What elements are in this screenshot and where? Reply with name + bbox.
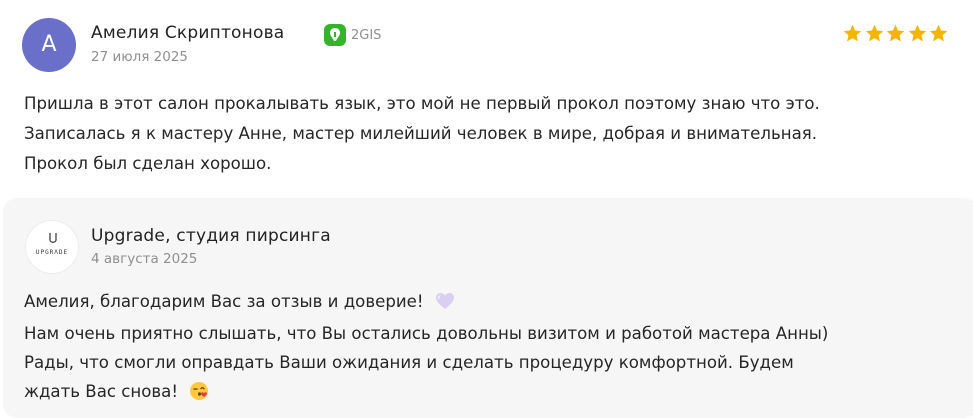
avatar[interactable]: А [22,18,76,72]
reply-date: 4 августа 2025 [91,251,198,267]
review-source: 2GIS [324,24,381,46]
star-icon [908,24,926,42]
business-logo[interactable]: UPGRΛDE [25,220,79,274]
owner-reply: UPGRΛDE Upgrade, студия пирсинга 4 авгус… [3,198,973,418]
reply-text-segment: Амелия, благодарим Вас за отзыв и довери… [24,292,424,311]
review-text-line: Прокол был сделан хорошо. [24,154,272,173]
rating-stars [842,23,950,44]
review-author-name[interactable]: Амелия Скриптонова [91,23,284,43]
2gis-logo-icon [324,24,346,46]
review-text-line: Пришла в этот салон прокалывать язык, эт… [24,94,820,113]
heart-icon [435,290,455,319]
star-icon [843,24,862,42]
review-date: 27 июля 2025 [91,49,189,65]
reply-text-line: Рады, что смогли оправдать Ваши ожидания… [24,353,794,372]
reply-text-line: Нам очень приятно слышать, что Вы остали… [24,324,829,343]
review-text: Пришла в этот салон прокалывать язык, эт… [24,89,954,179]
kiss-face-icon [189,381,209,410]
reply-text-segment: ждать Вас снова! [24,382,178,401]
reply-author-name[interactable]: Upgrade, студия пирсинга [91,226,331,246]
source-label: 2GIS [351,27,382,43]
reply-text-line: ждать Вас снова! [24,377,959,410]
reply-text: Амелия, благодарим Вас за отзыв и довери… [24,287,959,410]
reply-text-line: Амелия, благодарим Вас за отзыв и довери… [24,287,959,319]
star-icon [929,24,948,42]
star-icon [886,24,905,42]
upgrade-logo-mark-icon [49,233,57,243]
star-icon [865,24,883,42]
review-card: А Амелия Скриптонова 2GIS 27 июля 2025 П… [0,0,973,190]
review-text-line: Записалась я к мастеру Анне, мастер миле… [24,124,817,143]
business-logo-word: UPGRΛDE [35,249,69,256]
